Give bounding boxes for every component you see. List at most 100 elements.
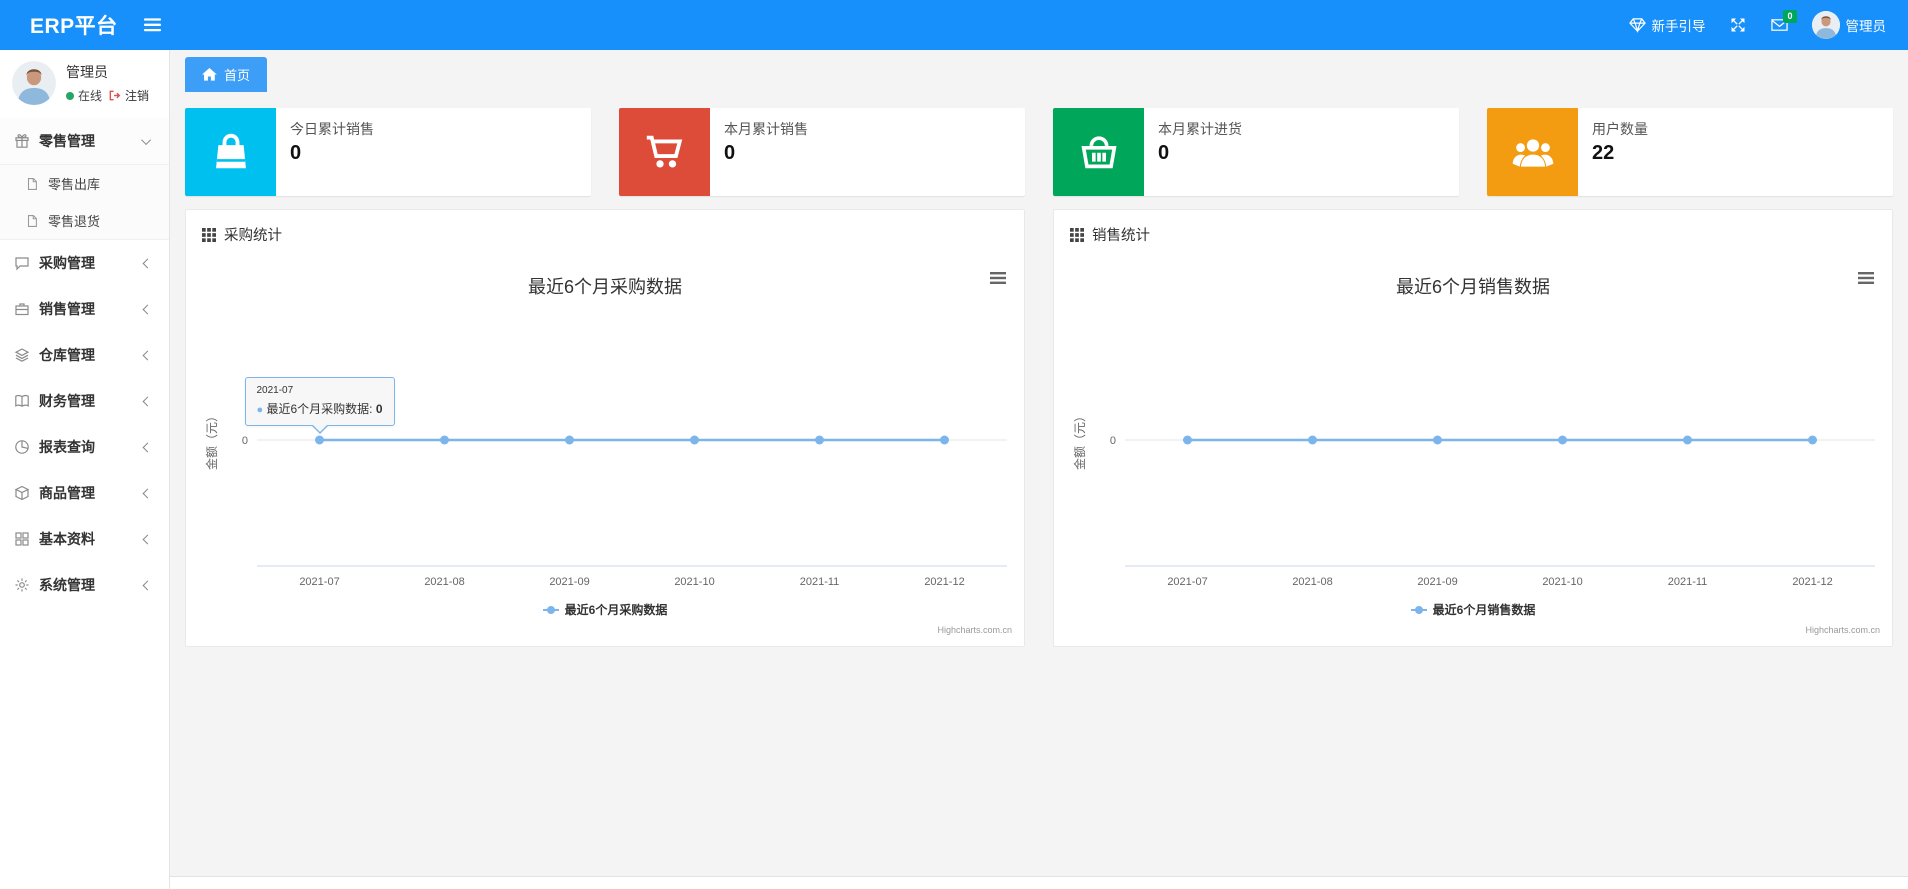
fullscreen-button[interactable] [1730,17,1747,33]
x-tick-label: 2021-10 [674,576,714,588]
messages-badge: 0 [1783,10,1797,23]
logout-link[interactable]: 注销 [125,87,149,104]
sidebar-item-label: 报表查询 [39,439,95,455]
x-tick-label: 2021-08 [1292,576,1332,588]
footer [170,876,1908,889]
diamond-icon [1628,17,1646,33]
data-point[interactable] [440,435,449,445]
data-point[interactable] [1308,435,1317,445]
data-point[interactable] [690,435,699,445]
y-tick-label: 0 [242,435,248,447]
stat-value: 0 [1158,142,1170,164]
stat-cards-row: 今日累计销售 0 本月累计销售 0 本月累计进货 0 用户数量 22 [185,108,1893,196]
hamburger-icon [143,17,161,33]
user-menu[interactable]: 管理员 [1811,11,1887,39]
grid-icon [14,531,30,547]
x-tick-label: 2021-10 [1542,576,1582,588]
expand-arrows-icon [1730,17,1747,33]
sales-stats-panel: 销售统计 最近6个月销售数据 金额（元） 0 2021-07 2021-08 2021-0… [1053,209,1893,647]
users-icon [1487,108,1578,196]
online-status-dot [66,91,74,100]
tooltip-value: 0 [375,402,383,416]
shopping-bag-icon [185,108,276,196]
panel-title: 销售统计 [1092,228,1150,244]
sidebar-item-retail-return[interactable]: 零售退货 [0,202,169,239]
data-point[interactable] [1558,435,1567,445]
chevron-left-icon [142,580,153,590]
sidebar-toggle-button[interactable] [143,17,164,33]
briefcase-icon [14,301,30,317]
chart-context-menu-button[interactable] [1858,271,1874,284]
avatar [12,61,56,105]
sidebar: 管理员 在线 注销 零售管理 零售出库零售退货采购管理销售管理仓库管理 财务管理报表… [0,50,170,889]
sidebar-item-purchase[interactable]: 采购管理 [0,240,169,286]
legend-item[interactable]: 最近6个月销售数据 [1054,601,1892,618]
tab-home[interactable]: 首页 [185,57,268,92]
x-tick-label: 2021-11 [800,576,840,588]
sidebar-item-basic[interactable]: 基本资料 [0,516,169,562]
data-point[interactable] [1683,435,1692,445]
y-axis-title: 金额（元） [204,410,219,470]
stat-label: 本月累计进货 [1158,121,1242,137]
chevron-down-icon [141,134,152,145]
chevron-left-icon [142,442,153,452]
legend-item[interactable]: 最近6个月采购数据 [186,601,1024,618]
highcharts-credits-link[interactable]: Highcharts.com.cn [1805,625,1880,635]
x-tick-label: 2021-07 [1167,576,1207,588]
highcharts-credits-link[interactable]: Highcharts.com.cn [937,625,1012,635]
sidebar-item-label: 销售管理 [39,301,95,317]
sidebar-item-label: 采购管理 [39,255,95,271]
username-label: 管理员 [1845,19,1887,34]
sales-chart: 最近6个月销售数据 金额（元） 0 2021-07 2021-08 2021-09 2021… [1054,255,1892,649]
purchase-chart: 最近6个月采购数据 金额（元） 0 2021-07 2021-08 2021-09 2021… [186,255,1024,649]
data-point[interactable] [1183,435,1192,445]
sidebar-item-sales[interactable]: 销售管理 [0,286,169,332]
gift-icon [14,133,30,149]
sidebar-item-label: 基本资料 [39,531,95,547]
sidebar-item-warehouse[interactable]: 仓库管理 [0,332,169,378]
gear-icon [14,577,30,593]
chart-context-menu-button[interactable] [990,271,1006,284]
book-icon [14,393,30,409]
chart-plot: 最近6个月销售数据金额（元） 0 2021-07 2021-08 2021-09 2021… [1072,277,1875,588]
y-axis-title: 金额（元） [1072,410,1087,470]
chart-plot: 最近6个月采购数据金额（元） 0 2021-07 2021-08 2021-09 2021… [204,277,1007,588]
data-point[interactable] [1433,435,1442,445]
stat-value: 0 [290,142,302,164]
x-tick-label: 2021-11 [1668,576,1708,588]
tooltip-body: ● 最近6个月采购数据: 0 [256,402,383,416]
home-icon [202,68,217,81]
online-status-label: 在线 [78,89,103,103]
data-point[interactable] [1808,435,1817,445]
sidebar-item-goods[interactable]: 商品管理 [0,470,169,516]
data-point[interactable] [815,435,824,445]
sidebar-item-label: 零售退货 [48,214,101,229]
sidebar-item-retail[interactable]: 零售管理 [0,118,169,164]
data-point[interactable] [315,435,324,445]
pie-icon [14,439,30,455]
content-area: 首页 今日累计销售 0 本月累计销售 0 本月累计进货 0 用户数量 22 采购统计 最近6个… [170,50,1908,889]
grid-th-icon [1070,227,1084,242]
file-icon [25,177,39,191]
chevron-left-icon [142,534,153,544]
sidebar-item-retail-outbound[interactable]: 零售出库 [0,165,169,202]
sign-out-icon [108,89,121,102]
tooltip-category: 2021-07 [256,385,294,396]
series-dot-icon: ● [256,404,264,416]
sidebar-item-reports[interactable]: 报表查询 [0,424,169,470]
data-point[interactable] [565,435,574,445]
messages-button[interactable]: 0 [1770,10,1797,33]
file-icon [25,214,39,228]
sidebar-item-system[interactable]: 系统管理 [0,562,169,608]
data-point[interactable] [940,435,949,445]
y-tick-label: 0 [1110,435,1116,447]
panel-title: 采购统计 [224,228,282,244]
chevron-left-icon [142,258,153,268]
breadcrumb: 首页 [170,50,1908,92]
sidebar-user-panel: 管理员 在线 注销 [0,50,169,118]
sidebar-item-finance[interactable]: 财务管理 [0,378,169,424]
sidebar-menu-group: 报表查询 [0,424,169,470]
guide-button[interactable]: 新手引导 [1628,15,1706,35]
stat-card-today-sales: 今日累计销售 0 [185,108,591,196]
sidebar-username: 管理员 [66,64,108,80]
